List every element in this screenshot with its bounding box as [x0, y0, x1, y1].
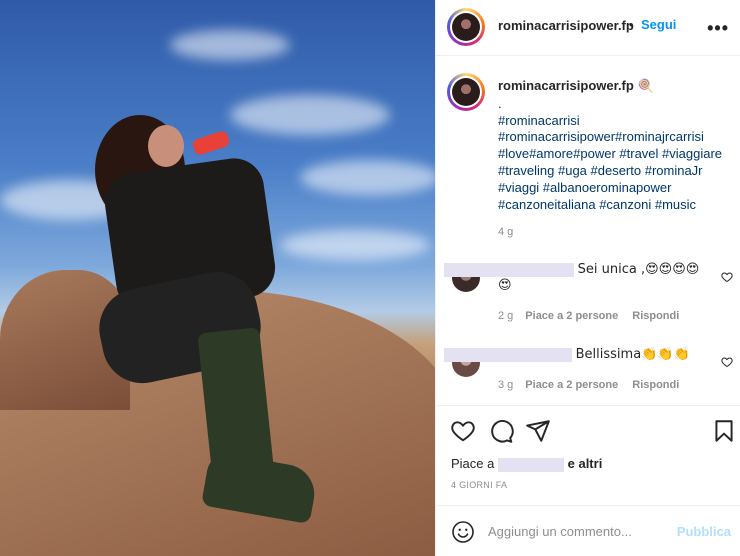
comment-text: Bellissima👏👏👏 — [575, 347, 690, 362]
caption-hashtag-line[interactable]: #love#amore#power #travel #viaggiare — [498, 146, 734, 163]
caption-hashtag-line[interactable]: #rominacarrisipower#rominajrcarrisi — [498, 129, 734, 146]
heart-icon[interactable] — [721, 271, 733, 283]
photo-face — [148, 125, 184, 167]
comment-body: Bellissima👏👏👏 — [444, 345, 714, 363]
blurred-username[interactable] — [444, 262, 574, 277]
blurred-username[interactable] — [498, 457, 564, 472]
add-comment-bar: Aggiungi un commento... Pubblica — [436, 505, 740, 556]
more-icon[interactable]: ••• — [707, 18, 729, 39]
avatar[interactable] — [447, 8, 485, 46]
comment-text-line2: 😍 — [498, 278, 512, 293]
post-date: 4 GIORNI FA — [451, 480, 508, 490]
comment-meta: 3 g Piace a 2 persone Rispondi — [498, 379, 693, 391]
emoji-icon[interactable] — [451, 520, 475, 544]
comment-meta: 2 g Piace a 2 persone Rispondi — [498, 310, 693, 322]
post-photo[interactable] — [0, 0, 435, 556]
caption-text: rominacarrisipower.fp 🍭 . #rominacarrisi… — [498, 78, 734, 213]
post-panel: rominacarrisipower.fp • Segui ••• romina… — [435, 0, 740, 556]
likes-suffix[interactable]: e altri — [568, 456, 603, 471]
comment-text: Sei unica ,😍😍😍😍 — [577, 262, 700, 277]
caption-first-line: . — [498, 95, 502, 111]
caption-avatar[interactable] — [447, 73, 485, 111]
likes-summary: Piace a e altri — [451, 456, 602, 472]
reply-button[interactable]: Rispondi — [632, 379, 679, 391]
likes-prefix: Piace a — [451, 456, 495, 471]
comment-body: Sei unica ,😍😍😍😍 — [444, 260, 714, 278]
follow-button[interactable]: Segui — [641, 17, 676, 32]
comment-likes[interactable]: Piace a 2 persone — [525, 310, 618, 322]
header-dot: • — [629, 18, 634, 32]
share-icon[interactable] — [525, 418, 551, 444]
caption-hashtag-line[interactable]: #rominacarrisi — [498, 113, 734, 130]
comment-likes[interactable]: Piace a 2 persone — [525, 379, 618, 391]
comment-input[interactable]: Aggiungi un commento... — [488, 524, 632, 539]
photo-cloud — [230, 95, 390, 135]
caption-username[interactable]: rominacarrisipower.fp — [498, 78, 634, 93]
bookmark-icon[interactable] — [711, 418, 737, 444]
reply-button[interactable]: Rispondi — [632, 310, 679, 322]
heart-icon[interactable] — [721, 356, 733, 368]
caption-hashtag-line[interactable]: #traveling #uga #deserto #rominaJr — [498, 163, 734, 180]
photo-cloud — [300, 160, 435, 195]
comment-time: 2 g — [498, 310, 514, 322]
post-header: rominacarrisipower.fp • Segui ••• — [436, 0, 740, 56]
blurred-username[interactable] — [444, 347, 572, 362]
caption-hashtag-line[interactable]: #canzoneitaliana #canzoni #music — [498, 197, 734, 214]
lollipop-emoji: 🍭 — [637, 79, 654, 94]
photo-popsicle — [191, 129, 231, 157]
comment-time: 3 g — [498, 379, 514, 391]
heart-icon[interactable] — [450, 418, 476, 444]
comment-icon[interactable] — [488, 418, 514, 444]
photo-cloud — [280, 230, 430, 260]
caption-time: 4 g — [498, 226, 514, 238]
header-username[interactable]: rominacarrisipower.fp — [498, 18, 634, 33]
caption-hashtag-line[interactable]: #viaggi #albanoerominapower — [498, 180, 734, 197]
photo-cloud — [170, 30, 290, 60]
publish-button[interactable]: Pubblica — [677, 524, 731, 539]
action-bar — [436, 405, 740, 455]
